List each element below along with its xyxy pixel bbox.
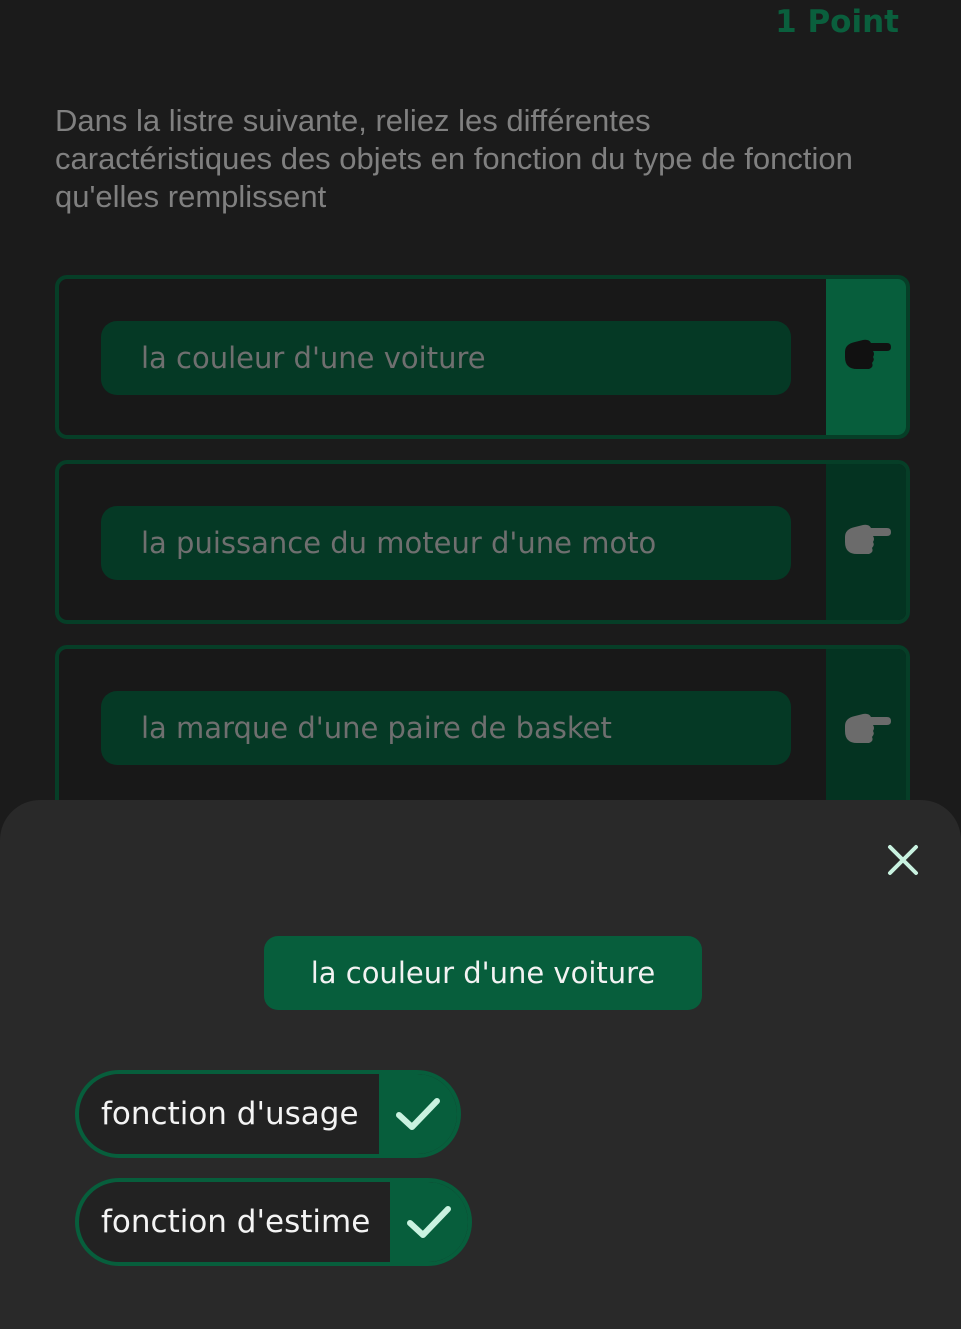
answer-sheet: la couleur d'une voiture fonction d'usag… [0, 800, 961, 1329]
question-line: caractéristiques des objets en fonction … [55, 141, 853, 176]
question-text: Dans la listre suivante, reliez les diff… [55, 102, 915, 216]
item-label: la puissance du moteur d'une moto [101, 506, 791, 580]
question-line: qu'elles remplissent [55, 179, 327, 214]
select-item-button[interactable] [826, 464, 906, 620]
option-fonction-usage[interactable]: fonction d'usage [75, 1070, 461, 1158]
option-label: fonction d'estime [101, 1204, 371, 1240]
match-item-2[interactable]: la puissance du moteur d'une moto [55, 460, 910, 624]
item-label: la couleur d'une voiture [101, 321, 791, 395]
check-icon [395, 1098, 440, 1130]
option-check[interactable] [390, 1182, 469, 1262]
selected-item-label: la couleur d'une voiture [264, 936, 702, 1010]
select-item-button[interactable] [826, 279, 906, 435]
match-item-1[interactable]: la couleur d'une voiture [55, 275, 910, 439]
option-check[interactable] [378, 1074, 457, 1154]
close-button[interactable] [883, 840, 923, 880]
points-badge: 1 Point [775, 4, 899, 40]
pointing-hand-icon [845, 339, 891, 369]
question-line: Dans la listre suivante, reliez les diff… [55, 103, 651, 138]
close-icon [888, 845, 918, 875]
pointing-hand-icon [845, 713, 891, 743]
select-item-button[interactable] [826, 649, 906, 813]
check-icon [407, 1206, 452, 1238]
option-fonction-estime[interactable]: fonction d'estime [75, 1178, 473, 1266]
item-label: la marque d'une paire de basket [101, 691, 791, 765]
option-label: fonction d'usage [101, 1096, 359, 1132]
pointing-hand-icon [845, 524, 891, 554]
